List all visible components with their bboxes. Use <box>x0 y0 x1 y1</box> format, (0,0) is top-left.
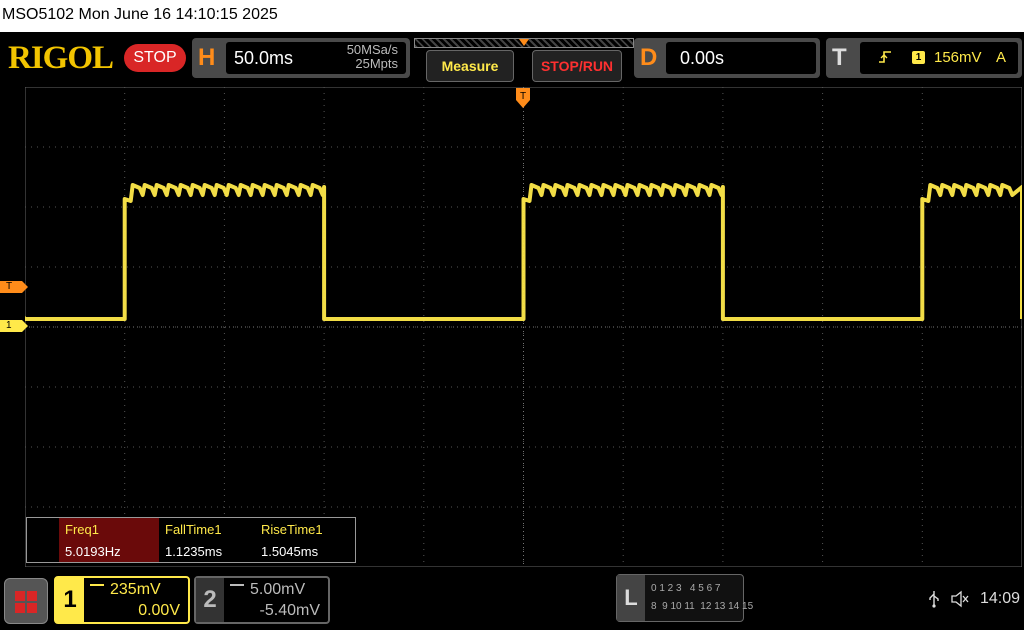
channel-2-panel[interactable]: 2 5.00mV -5.40mV <box>194 576 330 624</box>
measurement-value: 1.5045ms <box>261 544 319 559</box>
acquisition-info: 50MSa/s 25Mpts <box>347 43 398 71</box>
logic-letter: L <box>617 575 645 621</box>
menu-grid-icon <box>15 591 37 613</box>
status-time: 14:09 <box>979 590 1020 607</box>
channel-1-panel[interactable]: 1 235mV 0.00V <box>54 576 190 624</box>
logic-analyzer-panel[interactable]: L 0 1 2 3 4 5 6 7 8 9 10 11 12 13 14 15 <box>616 574 753 622</box>
trigger-level: 156mV <box>934 49 982 66</box>
delay-letter: D <box>640 44 658 71</box>
top-bar: RIGOL STOP H 50.0ms 50MSa/s 25Mpts Measu… <box>0 32 1024 84</box>
delay-value: 0.00s <box>680 48 725 68</box>
measurement-name: RiseTime1 <box>261 522 323 537</box>
channel-1-offset: 0.00V <box>138 602 180 619</box>
rigol-logo: RIGOL <box>8 40 114 76</box>
trigger-letter: T <box>832 44 847 71</box>
measurement-name: FallTime1 <box>165 522 222 537</box>
trigger-mode: A <box>995 49 1006 66</box>
title-bar: MSO5102 Mon June 16 14:10:15 2025 <box>0 0 1024 32</box>
dc-coupling-icon <box>230 584 244 590</box>
trigger-panel[interactable]: T 1 156mV A <box>826 38 1022 78</box>
channel-2-number: 2 <box>196 578 224 622</box>
measurement-value: 1.1235ms <box>165 544 223 559</box>
logic-channels-row-1: 0 1 2 3 4 5 6 7 <box>651 583 721 594</box>
measurement-col[interactable]: FallTime1 1.1235ms <box>159 518 255 562</box>
logic-channels-row-2: 8 9 10 11 12 13 14 15 <box>651 601 754 612</box>
channel-1-waveform <box>25 183 1022 321</box>
sample-rate: 50MSa/s <box>346 42 398 57</box>
trigger-readout: 1 156mV A <box>860 42 1018 74</box>
channel-1-number: 1 <box>56 578 84 622</box>
timebase-value: 50.0ms <box>234 48 294 68</box>
delay-panel[interactable]: D 0.00s <box>634 38 820 78</box>
main-menu-button[interactable] <box>4 578 48 624</box>
measure-button[interactable]: Measure <box>426 50 514 82</box>
waveform-display[interactable] <box>25 87 1022 567</box>
title-text: MSO5102 Mon June 16 14:10:15 2025 <box>2 6 278 23</box>
stop-run-button[interactable]: STOP/RUN <box>532 50 622 82</box>
trigger-position-icon <box>519 39 529 46</box>
trigger-source: 1 <box>912 51 925 64</box>
measurement-col[interactable]: Freq1 5.0193Hz <box>59 518 159 562</box>
channel-2-scale: 5.00mV <box>250 581 306 598</box>
bottom-bar: 1 235mV 0.00V 2 5.00mV -5.40mV L 0 1 2 3… <box>0 570 1024 630</box>
channel-1-scale: 235mV <box>110 581 161 598</box>
trigger-position-label: T <box>520 91 526 102</box>
measurement-name: Freq1 <box>59 518 159 540</box>
measurement-col[interactable]: RiseTime1 1.5045ms <box>255 518 351 562</box>
run-state-badge[interactable]: STOP <box>124 44 186 72</box>
memory-position-strip <box>414 38 634 48</box>
dc-coupling-icon <box>90 584 104 590</box>
delay-readout: 0.00s <box>666 42 816 74</box>
horizontal-panel[interactable]: H 50.0ms 50MSa/s 25Mpts <box>192 38 410 78</box>
usb-icon <box>929 591 939 608</box>
measurement-table: Freq1 5.0193Hz FallTime1 1.1235ms RiseTi… <box>26 517 356 563</box>
ch1-offset-marker[interactable]: 1 <box>0 320 28 332</box>
channel-2-offset: -5.40mV <box>259 602 320 619</box>
measurement-value: 5.0193Hz <box>59 540 159 562</box>
memory-depth: 25Mpts <box>355 56 398 71</box>
trigger-level-marker[interactable]: T <box>0 281 28 293</box>
trigger-position-marker[interactable]: T <box>516 88 530 108</box>
rising-edge-icon <box>879 51 891 63</box>
horizontal-letter: H <box>198 44 216 71</box>
horizontal-readout: 50.0ms 50MSa/s 25Mpts <box>226 42 406 74</box>
speaker-muted-icon[interactable] <box>950 590 970 608</box>
